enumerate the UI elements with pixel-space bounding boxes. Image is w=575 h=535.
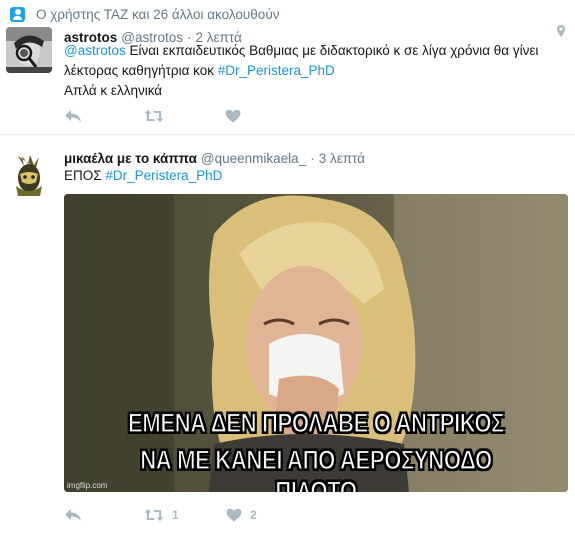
avatar[interactable] (6, 152, 52, 198)
meme-caption-line1: ΕΜΕΝΑ ΔΕΝ ΠΡΟΛΑΒΕ Ο ΑΝΤΡΙΚΟΣ (127, 407, 505, 438)
tweet-text-line3: Απλά κ ελληνικά (64, 83, 163, 98)
reply-button[interactable] (64, 507, 144, 523)
reply-icon (65, 509, 81, 521)
mention-link[interactable]: @astrotos (64, 43, 126, 58)
tweet-text: ΕΠΟΣ #Dr_Peristera_PhD (64, 166, 222, 186)
reply-button[interactable] (64, 108, 144, 124)
like-button[interactable] (225, 109, 241, 123)
tweet-text-prefix: ΕΠΟΣ (64, 168, 106, 183)
social-context-text: Ο χρήστης ΤΑΖ και 26 άλλοι ακολουθούν (36, 6, 280, 22)
heart-icon (226, 508, 242, 522)
tweet-timestamp[interactable]: 3 λεπτά (319, 151, 365, 166)
separator-dot: · (310, 151, 315, 166)
hashtag-link[interactable]: #Dr_Peristera_PhD (105, 168, 222, 183)
meme-caption-line2: ΝΑ ΜΕ ΚΑΝΕΙ ΑΠΟ ΑΕΡΟΣΥΝΟΔΟ ΠΙΛΟΤΟ (140, 444, 493, 492)
tweet-media-image[interactable]: ΕΜΕΝΑ ΔΕΝ ΠΡΟΛΑΒΕ Ο ΑΝΤΡΙΚΟΣ ΝΑ ΜΕ ΚΑΝΕΙ… (64, 194, 568, 492)
retweet-button[interactable]: 1 (144, 508, 226, 522)
location-pin-icon[interactable] (554, 24, 568, 38)
tweet-text: @astrotos Είναι εκπαιδευτικός Βαθμιας με… (64, 41, 538, 101)
retweet-icon (144, 110, 164, 122)
tweet-actions (64, 108, 241, 124)
user-follow-icon (10, 6, 25, 22)
retweet-button[interactable] (144, 109, 225, 123)
tweet-header: μικαέλα με το κάππα @queenmikaela_ · 3 λ… (64, 151, 365, 166)
social-context[interactable]: Ο χρήστης ΤΑΖ και 26 άλλοι ακολουθούν (10, 4, 279, 24)
avatar[interactable] (6, 27, 52, 73)
retweet-count: 1 (172, 508, 179, 522)
heart-icon (225, 109, 241, 123)
tweet-text-line1: Είναι εκπαιδευτικός Βαθμιας με διδακτορι… (125, 43, 539, 58)
tweet-author-handle[interactable]: @queenmikaela_ (201, 151, 306, 166)
tweet-actions: 1 2 (64, 507, 257, 523)
tweet-text-line2: λέκτορας καθηγήτρια κοκ (64, 63, 218, 78)
like-button[interactable]: 2 (226, 508, 257, 522)
like-count: 2 (250, 508, 257, 522)
hashtag-link[interactable]: #Dr_Peristera_PhD (218, 63, 335, 78)
imgflip-watermark: imgflip.com (67, 481, 108, 490)
reply-icon (65, 110, 81, 122)
tweet-author-name[interactable]: μικαέλα με το κάππα (64, 151, 197, 166)
tweet-divider (0, 134, 575, 135)
retweet-icon (144, 509, 164, 521)
